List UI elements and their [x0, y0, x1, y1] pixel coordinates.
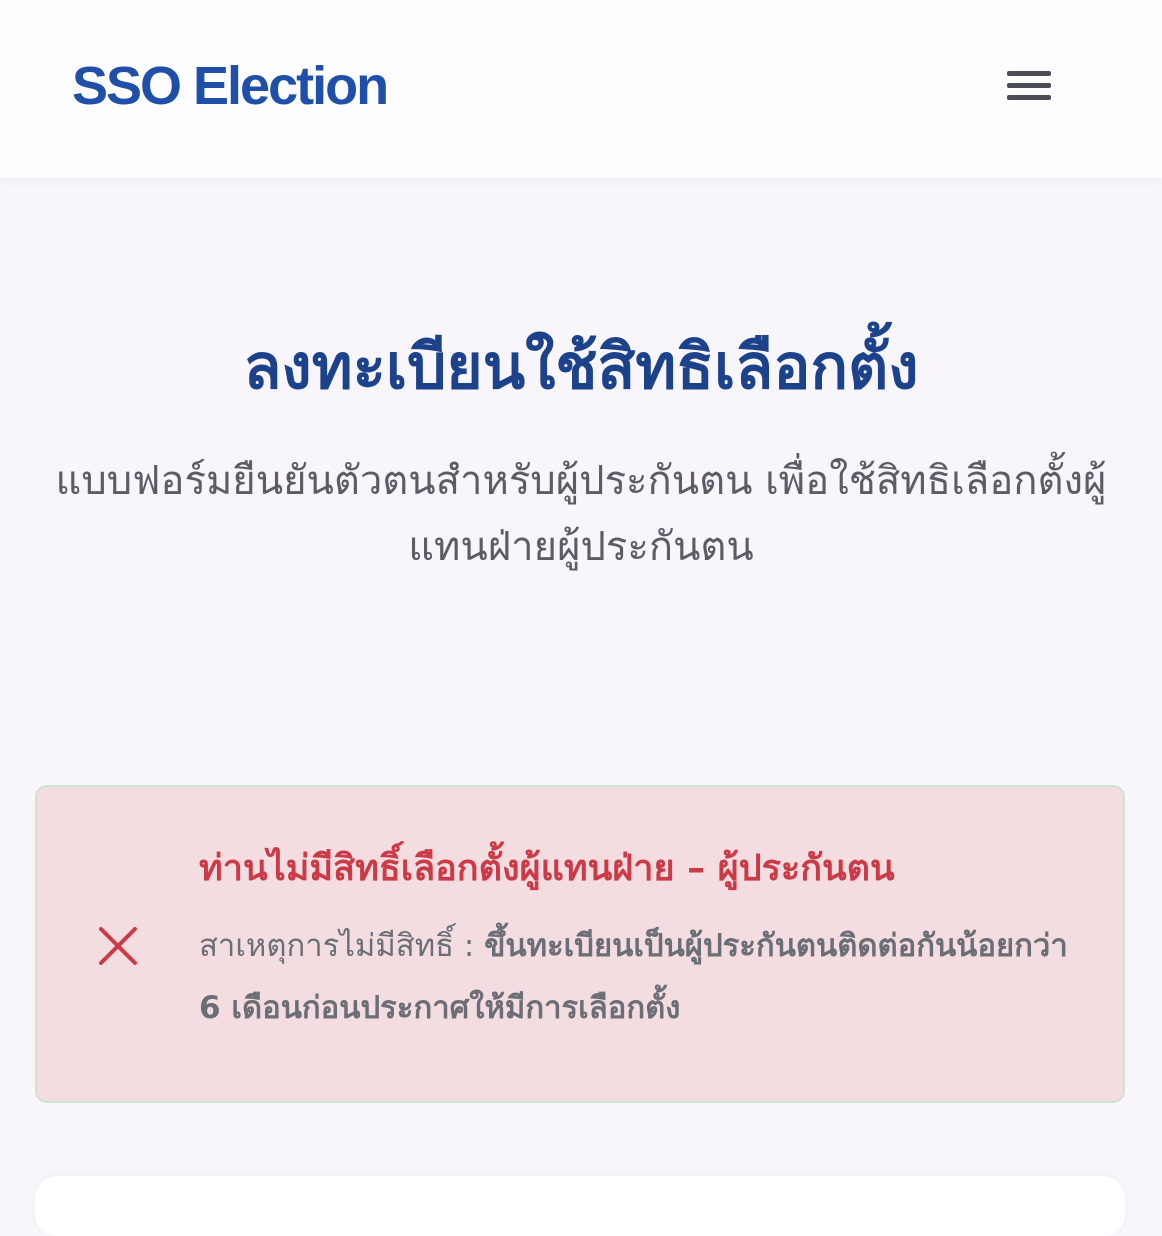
app-header: SSO Election [0, 0, 1162, 178]
form-card [35, 1176, 1125, 1236]
alert-title: ท่านไม่มีสิทธิ์เลือกตั้งผู้แทนฝ่าย – ผู้… [199, 848, 895, 889]
hamburger-menu-icon[interactable] [996, 60, 1062, 112]
alert-reason: สาเหตุการไม่มีสิทธิ์ : ขึ้นทะเบียนเป็นผู… [199, 915, 1099, 1039]
menu-bar [1007, 95, 1051, 100]
menu-bar [1007, 71, 1051, 76]
close-x-icon [99, 927, 137, 965]
ineligible-alert: ท่านไม่มีสิทธิ์เลือกตั้งผู้แทนฝ่าย – ผู้… [35, 785, 1125, 1103]
page-title: ลงทะเบียนใช้สิทธิเลือกตั้ง [243, 330, 919, 403]
brand-logo-text[interactable]: SSO Election [72, 54, 389, 118]
page-subtitle: แบบฟอร์มยืนยันตัวตนสำหรับผู้ประกันตน เพื… [55, 458, 1107, 570]
menu-bar [1007, 83, 1051, 88]
reason-label: สาเหตุการไม่มีสิทธิ์ : [199, 928, 485, 964]
